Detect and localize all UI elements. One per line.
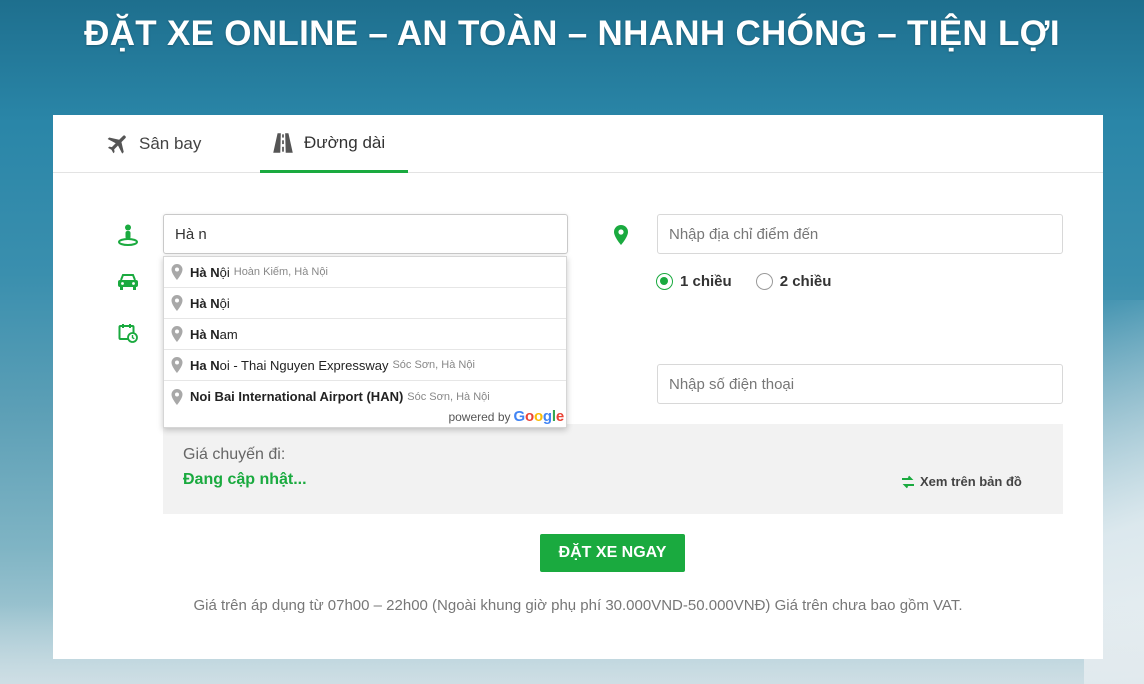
booking-card: Sân bay Đường dài 1 chiều 2 chiều bbox=[53, 115, 1103, 659]
place-pin-icon bbox=[171, 388, 183, 405]
road-icon bbox=[270, 130, 296, 156]
tab-long-distance-label: Đường dài bbox=[304, 132, 386, 152]
suggestion-item[interactable]: Hà Nội bbox=[164, 288, 566, 319]
radio-one-way[interactable]: 1 chiều bbox=[656, 273, 732, 290]
suggestion-item[interactable]: Ha Noi - Thai Nguyen Expressway Sóc Sơn,… bbox=[164, 350, 566, 381]
suggestion-main: Hà Nam bbox=[190, 326, 238, 342]
place-pin-icon bbox=[171, 357, 183, 373]
book-now-button[interactable]: ĐẶT XE NGAY bbox=[540, 534, 685, 572]
tab-airport-label: Sân bay bbox=[139, 134, 202, 153]
pickup-person-icon bbox=[117, 224, 139, 246]
google-logo: Google bbox=[513, 408, 565, 425]
price-label: Giá chuyến đi: bbox=[183, 446, 286, 463]
powered-by-google: powered by Google bbox=[448, 408, 564, 425]
airplane-icon bbox=[105, 131, 131, 157]
map-pin-icon bbox=[610, 224, 632, 246]
radio-round-trip[interactable]: 2 chiều bbox=[755, 273, 832, 290]
suggestion-secondary: Sóc Sơn, Hà Nội bbox=[392, 359, 475, 371]
price-value: Đang cập nhật... bbox=[183, 471, 307, 488]
service-tabs: Sân bay Đường dài bbox=[53, 115, 1103, 173]
place-pin-icon bbox=[171, 264, 183, 280]
suggestion-secondary: Hoàn Kiếm, Hà Nội bbox=[233, 266, 328, 278]
pricing-note: Giá trên áp dụng từ 07h00 – 22h00 (Ngoài… bbox=[193, 597, 963, 614]
page-headline: ĐẶT XE ONLINE – AN TOÀN – NHANH CHÓNG – … bbox=[84, 14, 1060, 53]
trip-price-panel: Giá chuyến đi: Đang cập nhật... Xem trên… bbox=[163, 424, 1063, 514]
suggestion-main: Hà Nội bbox=[190, 295, 230, 311]
trip-type-radio-group: 1 chiều 2 chiều bbox=[656, 273, 855, 290]
radio-round-trip-label: 2 chiều bbox=[779, 273, 832, 290]
place-pin-icon bbox=[171, 295, 183, 311]
view-on-map-link[interactable]: Xem trên bản đồ bbox=[901, 474, 1022, 489]
view-on-map-label: Xem trên bản đồ bbox=[920, 474, 1022, 489]
radio-one-way-dot[interactable] bbox=[656, 273, 673, 290]
tab-airport[interactable]: Sân bay bbox=[105, 115, 201, 173]
radio-one-way-label: 1 chiều bbox=[680, 273, 732, 290]
suggestion-main: Noi Bai International Airport (HAN) bbox=[190, 389, 404, 404]
powered-by-label: powered by bbox=[448, 409, 511, 424]
suggestion-item[interactable]: Hà Nam bbox=[164, 319, 566, 350]
place-pin-icon bbox=[171, 326, 183, 342]
calendar-clock-icon bbox=[117, 322, 139, 344]
autocomplete-dropdown: Hà Nội Hoàn Kiếm, Hà Nội Hà Nội Hà Nam H… bbox=[163, 256, 567, 428]
swap-arrows-icon bbox=[901, 475, 915, 489]
suggestion-main: Hà Nội bbox=[190, 264, 230, 280]
car-icon bbox=[117, 271, 139, 293]
radio-round-trip-dot[interactable] bbox=[755, 273, 773, 290]
destination-input[interactable] bbox=[657, 214, 1063, 254]
suggestion-secondary: Sóc Sơn, Hà Nội bbox=[407, 390, 490, 403]
tab-long-distance[interactable]: Đường dài bbox=[260, 115, 408, 173]
suggestion-item[interactable]: Hà Nội Hoàn Kiếm, Hà Nội bbox=[164, 257, 566, 288]
origin-input[interactable] bbox=[163, 214, 568, 254]
phone-input[interactable] bbox=[657, 364, 1063, 404]
suggestion-main: Ha Noi - Thai Nguyen Expressway bbox=[190, 357, 389, 373]
